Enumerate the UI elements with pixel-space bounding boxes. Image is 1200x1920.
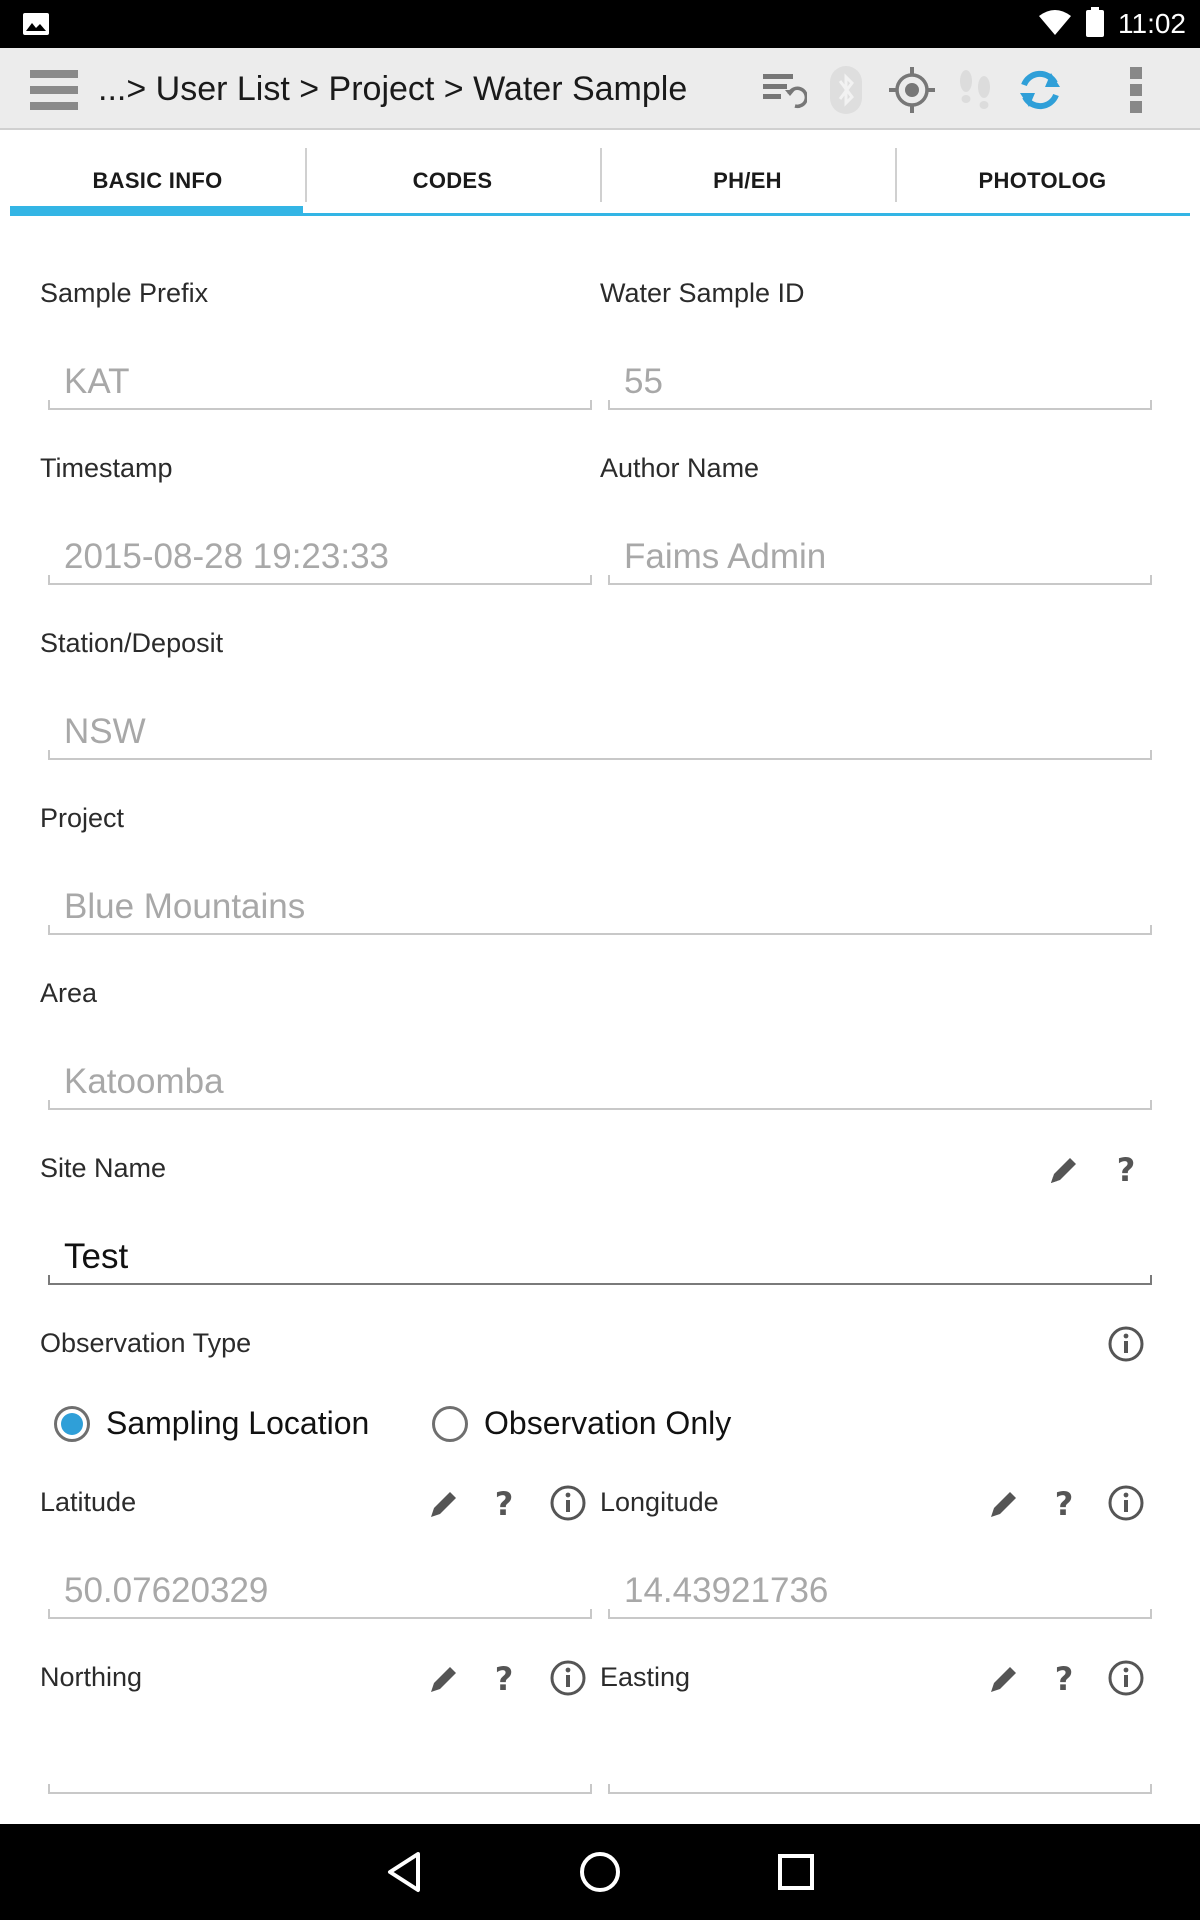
recents-icon[interactable] xyxy=(772,1848,820,1896)
action-bar: ...> User List > Project > Water Sample xyxy=(0,48,1200,130)
latitude-value: 50.07620329 xyxy=(64,1571,269,1610)
overflow-menu-icon[interactable] xyxy=(1110,64,1162,116)
easting-help-icon[interactable]: ? xyxy=(1044,1659,1084,1699)
radio-button-checked[interactable] xyxy=(54,1405,90,1442)
longitude-pencil-icon[interactable] xyxy=(984,1484,1024,1524)
longitude-help-icon[interactable]: ? xyxy=(1044,1484,1084,1524)
basic-info-form: Sample Prefix Water Sample ID KAT 55 Tim… xyxy=(10,216,1190,1824)
timestamp-label: Timestamp xyxy=(40,453,173,483)
radio-observation-only[interactable]: Observation Only xyxy=(432,1405,731,1442)
northing-label: Northing xyxy=(40,1662,143,1692)
latitude-label: Latitude xyxy=(40,1487,137,1517)
area-value: Katoomba xyxy=(64,1062,224,1101)
wifi-icon xyxy=(1038,8,1072,41)
longitude-info-icon[interactable] xyxy=(1106,1483,1146,1523)
bluetooth-icon[interactable] xyxy=(820,64,872,116)
author-name-label: Author Name xyxy=(600,453,760,483)
sync-settings-icon[interactable] xyxy=(758,64,810,116)
breadcrumb[interactable]: ...> User List > Project > Water Sample xyxy=(98,70,687,109)
northing-pencil-icon[interactable] xyxy=(424,1659,464,1699)
image-notification-icon xyxy=(22,12,50,36)
site-name-input[interactable]: Test xyxy=(48,1235,1152,1285)
tab-photolog[interactable]: PHOTOLOG xyxy=(895,148,1190,213)
home-icon[interactable] xyxy=(576,1848,624,1896)
help-icon[interactable]: ? xyxy=(1106,1150,1146,1190)
timestamp-value: 2015-08-28 19:23:33 xyxy=(64,537,389,576)
pencil-icon[interactable] xyxy=(1044,1150,1084,1190)
northing-info-icon[interactable] xyxy=(548,1658,588,1698)
menu-icon[interactable] xyxy=(28,68,82,112)
water-sample-id-value: 55 xyxy=(624,362,663,401)
sample-prefix-value: KAT xyxy=(64,362,130,401)
tab-codes[interactable]: CODES xyxy=(305,148,600,213)
station-deposit-field[interactable]: NSW xyxy=(48,710,1152,760)
sample-prefix-label: Sample Prefix xyxy=(40,278,209,308)
longitude-label: Longitude xyxy=(600,1487,719,1517)
easting-field[interactable] xyxy=(608,1744,1152,1794)
water-sample-id-field[interactable]: 55 xyxy=(608,360,1152,410)
station-deposit-label: Station/Deposit xyxy=(40,628,224,658)
tab-ph-eh[interactable]: PH/EH xyxy=(600,148,895,213)
tab-basic-info[interactable]: BASIC INFO xyxy=(10,148,305,216)
easting-label: Easting xyxy=(600,1662,691,1692)
northing-help-icon[interactable]: ? xyxy=(484,1659,524,1699)
area-field[interactable]: Katoomba xyxy=(48,1060,1152,1110)
radio-label-sampling-location: Sampling Location xyxy=(106,1405,370,1441)
easting-info-icon[interactable] xyxy=(1106,1658,1146,1698)
project-value: Blue Mountains xyxy=(64,887,306,926)
longitude-value: 14.43921736 xyxy=(624,1571,829,1610)
radio-label-observation-only: Observation Only xyxy=(484,1405,732,1441)
site-name-label: Site Name xyxy=(40,1153,167,1183)
navigation-bar xyxy=(0,1824,1200,1920)
area-label: Area xyxy=(40,978,98,1008)
refresh-icon[interactable] xyxy=(1014,64,1066,116)
gps-target-icon[interactable] xyxy=(886,64,938,116)
status-bar: 11:02 xyxy=(0,0,1200,48)
sample-prefix-field[interactable]: KAT xyxy=(48,360,592,410)
tab-bar: BASIC INFO CODES PH/EH PHOTOLOG xyxy=(10,148,1190,216)
status-time: 11:02 xyxy=(1118,8,1186,39)
latitude-pencil-icon[interactable] xyxy=(424,1484,464,1524)
project-field[interactable]: Blue Mountains xyxy=(48,885,1152,935)
easting-pencil-icon[interactable] xyxy=(984,1659,1024,1699)
water-sample-id-label: Water Sample ID xyxy=(600,278,805,308)
battery-icon xyxy=(1086,6,1104,42)
timestamp-field[interactable]: 2015-08-28 19:23:33 xyxy=(48,535,592,585)
observation-type-label: Observation Type xyxy=(40,1328,252,1358)
northing-field[interactable] xyxy=(48,1744,592,1794)
latitude-help-icon[interactable]: ? xyxy=(484,1484,524,1524)
station-deposit-value: NSW xyxy=(64,712,146,751)
author-name-value: Faims Admin xyxy=(624,537,827,576)
longitude-field[interactable]: 14.43921736 xyxy=(608,1569,1152,1619)
radio-sampling-location[interactable]: Sampling Location xyxy=(54,1405,369,1442)
project-label: Project xyxy=(40,803,125,833)
latitude-field[interactable]: 50.07620329 xyxy=(48,1569,592,1619)
latitude-info-icon[interactable] xyxy=(548,1483,588,1523)
site-name-value: Test xyxy=(64,1237,129,1276)
author-name-field[interactable]: Faims Admin xyxy=(608,535,1152,585)
back-icon[interactable] xyxy=(380,1848,428,1896)
radio-button-unchecked[interactable] xyxy=(432,1405,468,1442)
info-icon[interactable] xyxy=(1106,1324,1146,1364)
footsteps-icon[interactable] xyxy=(950,64,1002,116)
